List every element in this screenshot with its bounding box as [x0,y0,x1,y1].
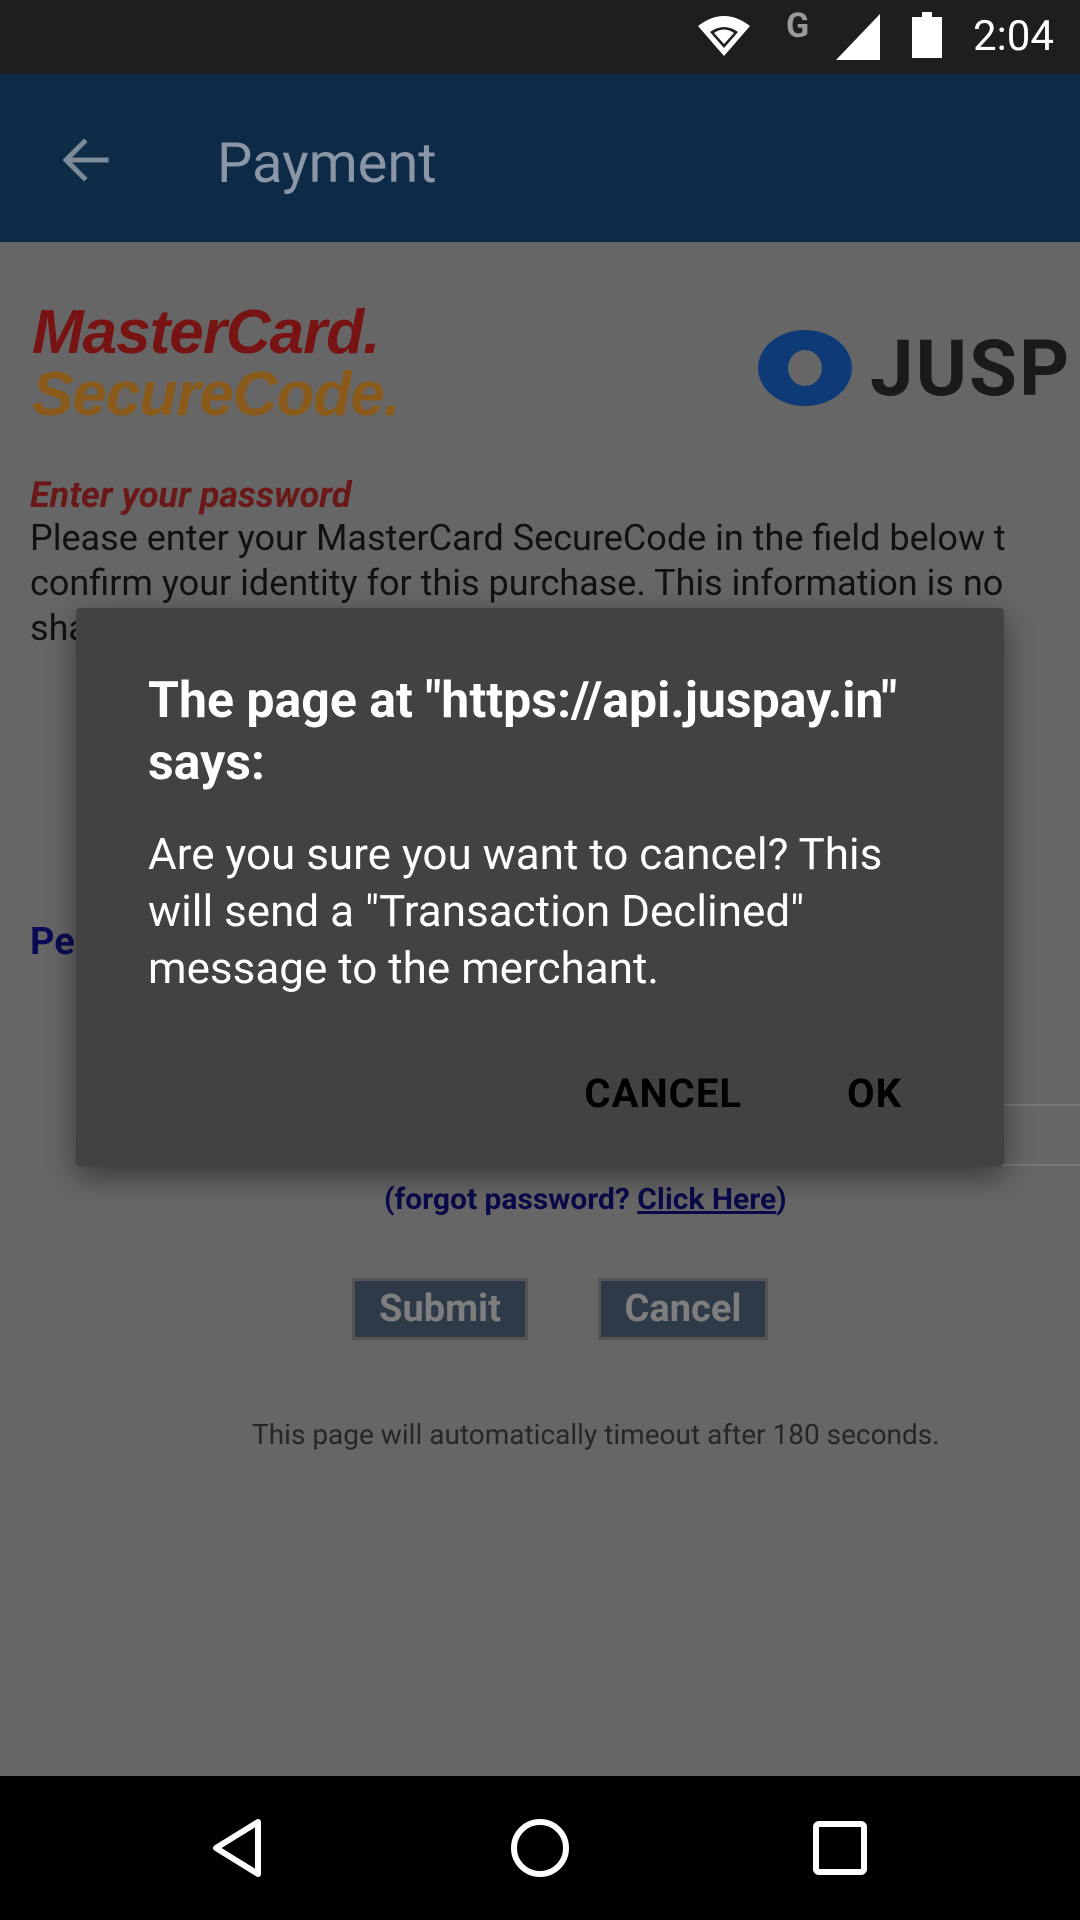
password-field[interactable] [1000,1104,1080,1166]
cancel-button[interactable]: Cancel [598,1278,768,1340]
logo-line-2: SecureCode. [32,360,401,429]
click-here-link[interactable]: Click Here [637,1182,776,1217]
signal-icon [836,14,880,60]
dialog-cancel-button[interactable]: CANCEL [558,1048,768,1138]
enter-password-heading: Enter your password [30,474,352,516]
arrow-left-icon[interactable] [58,132,114,188]
dialog-title: The page at "https://api.juspay.in" says… [148,672,898,792]
home-circle-icon[interactable] [500,1808,580,1888]
network-type-label: G [786,6,810,46]
mastercard-securecode-logo: MasterCard. SecureCode. [32,298,401,429]
submit-button[interactable]: Submit [352,1278,528,1340]
back-triangle-icon[interactable] [200,1808,280,1888]
juspay-logo-icon [758,330,852,406]
wifi-icon [698,16,750,56]
juspay-logo: JUSP [758,324,1080,415]
forgot-password-text: (forgot password? Click Here) [384,1182,787,1217]
navigation-bar [0,1776,1080,1920]
timeout-note: This page will automatically timeout aft… [252,1418,940,1451]
logo-line-1: MasterCard. [32,298,380,367]
recents-square-icon[interactable] [800,1808,880,1888]
dialog-actions: CANCEL OK [76,1048,1004,1138]
juspay-logo-text: JUSP [870,324,1072,415]
page-title: Payment [217,130,437,196]
dialog-ok-button[interactable]: OK [821,1048,928,1138]
password-label: Pe [30,920,75,964]
dialog-message: Are you sure you want to cancel? This wi… [148,828,883,994]
battery-icon [912,12,942,58]
forgot-suffix: ) [776,1182,787,1217]
status-clock: 2:04 [973,12,1054,61]
forgot-prefix: (forgot password? [384,1182,638,1217]
alert-dialog: The page at "https://api.juspay.in" says… [76,608,1004,1166]
status-bar: G 2:04 [0,0,1080,74]
app-bar: Payment [0,74,1080,242]
